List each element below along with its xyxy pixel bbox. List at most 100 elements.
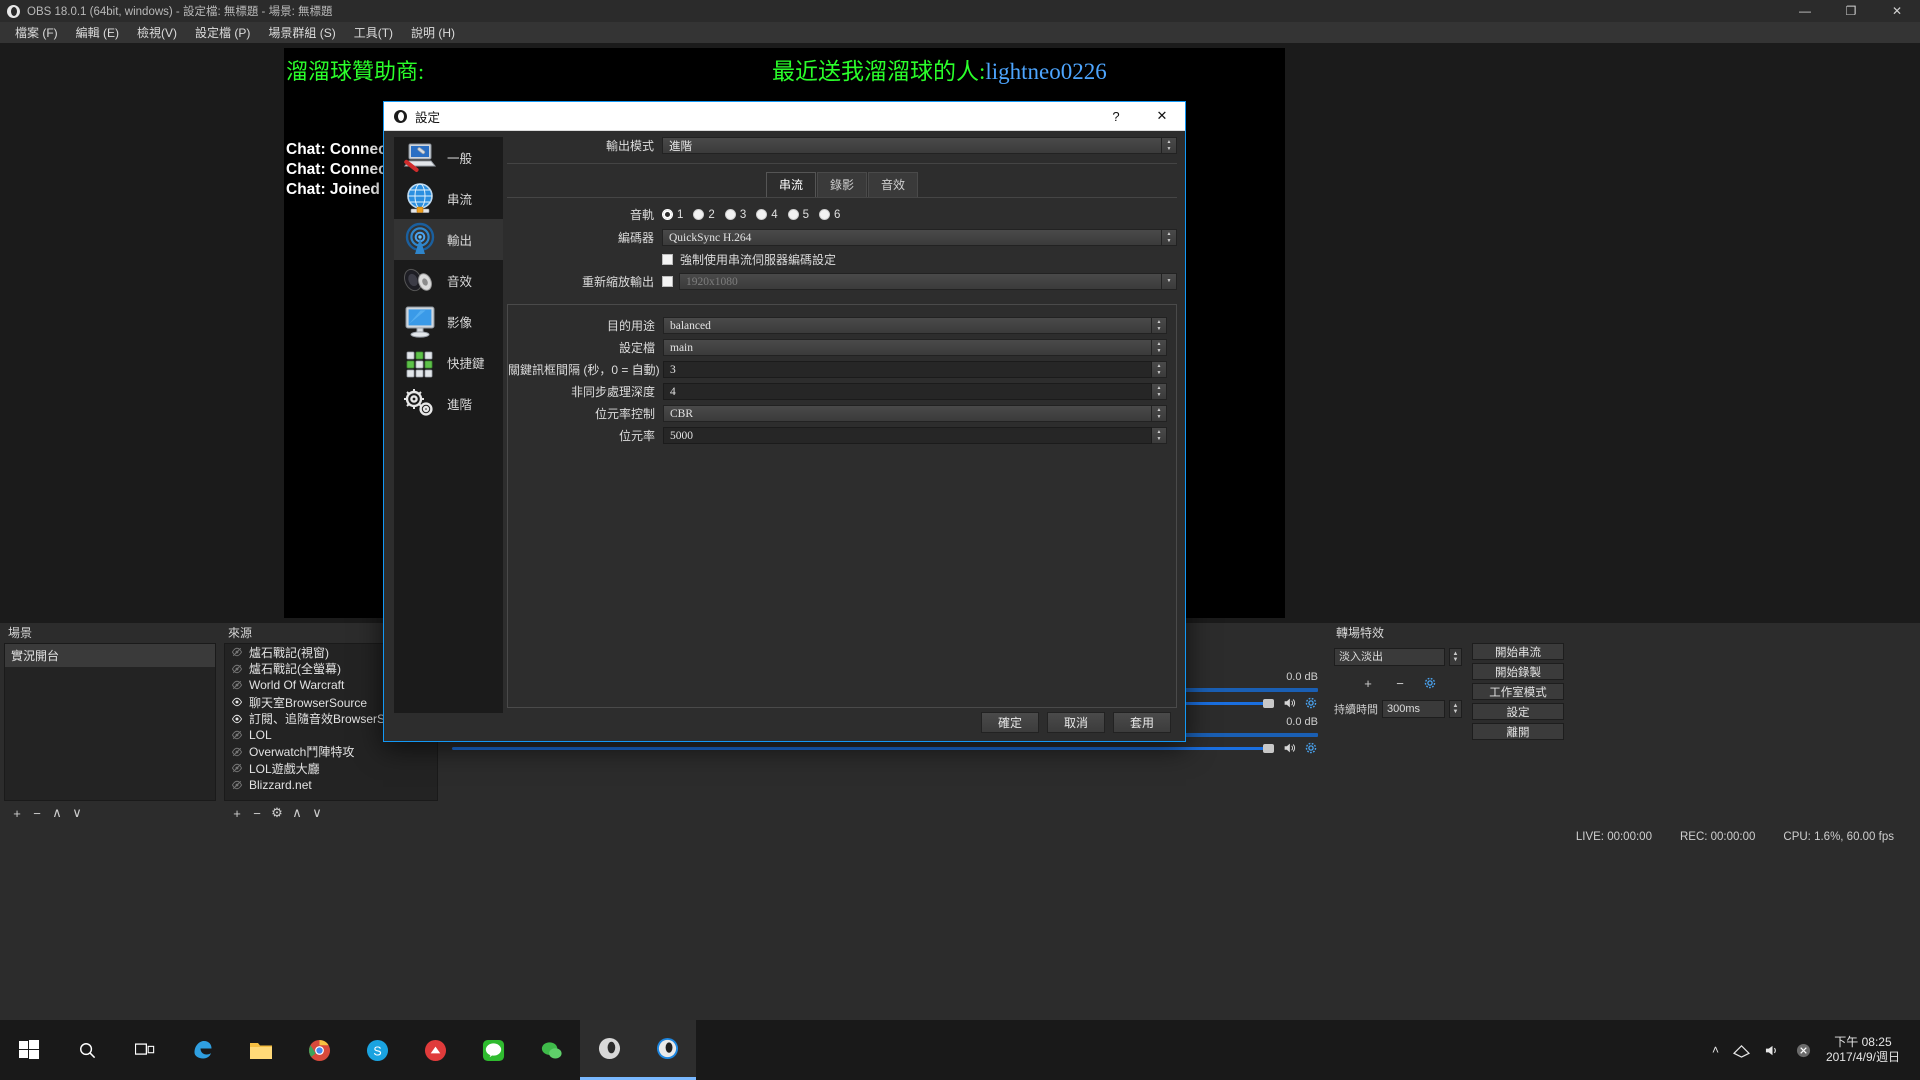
eye-icon[interactable] [231, 646, 243, 658]
speaker-icon[interactable] [1282, 741, 1296, 755]
network-icon[interactable] [1733, 1043, 1750, 1058]
eye-icon[interactable] [231, 729, 243, 741]
async-depth-spinner[interactable]: ▲▼ [1152, 383, 1167, 400]
eye-icon[interactable] [231, 679, 243, 691]
list-item[interactable]: LOL遊戲大廳 [225, 760, 437, 777]
line-icon[interactable] [464, 1020, 522, 1080]
transition-spinner[interactable]: ▲▼ [1449, 648, 1462, 666]
maximize-button[interactable]: ❐ [1828, 0, 1874, 22]
obs-settings-icon[interactable] [638, 1020, 696, 1080]
taskbar-clock[interactable]: 下午 08:25 2017/4/9/週日 [1826, 1035, 1910, 1065]
list-item[interactable]: 實況開台 [5, 644, 215, 667]
chrome-icon[interactable] [290, 1020, 348, 1080]
cancel-button[interactable]: 取消 [1047, 712, 1105, 733]
move-scene-up-button[interactable]: ∧ [48, 804, 66, 822]
sidebar-item-video[interactable]: 影像 [394, 301, 503, 342]
apply-button[interactable]: 套用 [1113, 712, 1171, 733]
slider-handle[interactable] [1263, 744, 1274, 753]
sidebar-item-output[interactable]: 輸出 [394, 219, 503, 260]
help-button[interactable]: ? [1093, 102, 1139, 131]
list-item[interactable]: Blizzard.net [225, 777, 437, 794]
radio-track-4[interactable]: 4 [756, 209, 777, 221]
speaker-icon[interactable] [1282, 696, 1296, 710]
keyframe-interval-input[interactable]: 3 [663, 361, 1152, 378]
start-streaming-button[interactable]: 開始串流 [1472, 643, 1564, 660]
eye-icon[interactable] [231, 762, 243, 774]
target-usage-select[interactable]: balanced [663, 317, 1152, 334]
add-scene-button[interactable]: + [8, 804, 26, 822]
menu-tools[interactable]: 工具(T) [345, 22, 402, 43]
slider-handle[interactable] [1263, 699, 1274, 708]
radio-dot[interactable] [788, 209, 799, 220]
bitrate-input[interactable]: 5000 [663, 427, 1152, 444]
tab-stream[interactable]: 串流 [766, 172, 816, 197]
radio-dot[interactable] [662, 209, 673, 220]
eye-icon[interactable] [231, 713, 243, 725]
output-mode-spinner[interactable]: ▲▼ [1162, 137, 1177, 154]
volume-icon[interactable] [1764, 1043, 1781, 1058]
eye-icon[interactable] [231, 663, 243, 675]
tab-audio[interactable]: 音效 [868, 172, 918, 197]
menu-help[interactable]: 說明 (H) [402, 22, 464, 43]
ok-button[interactable]: 確定 [981, 712, 1039, 733]
output-mode-select[interactable]: 進階 [662, 137, 1162, 154]
menu-profile[interactable]: 設定檔 (P) [186, 22, 259, 43]
obs-icon[interactable] [580, 1020, 638, 1080]
menu-view[interactable]: 檢視(V) [128, 22, 186, 43]
close-dialog-button[interactable]: ✕ [1139, 102, 1185, 131]
radio-dot[interactable] [756, 209, 767, 220]
scenes-list[interactable]: 實況開台 [4, 643, 216, 801]
edge-icon[interactable] [174, 1020, 232, 1080]
chevron-up-icon[interactable]: ˄ [1712, 1043, 1719, 1057]
radio-track-1[interactable]: 1 [662, 209, 683, 221]
profile-select[interactable]: main [663, 339, 1152, 356]
menu-file[interactable]: 檔案 (F) [6, 22, 67, 43]
app-red-icon[interactable] [406, 1020, 464, 1080]
source-properties-button[interactable]: ⚙ [268, 804, 286, 822]
radio-track-3[interactable]: 3 [725, 209, 746, 221]
add-source-button[interactable]: + [228, 804, 246, 822]
add-transition-button[interactable]: + [1359, 674, 1377, 692]
remove-transition-button[interactable]: − [1391, 674, 1409, 692]
sidebar-item-stream[interactable]: 串流 [394, 178, 503, 219]
menu-scenecollection[interactable]: 場景群組 (S) [259, 22, 344, 43]
settings-button[interactable]: 設定 [1472, 703, 1564, 720]
mixer-volume-slider[interactable] [452, 747, 1274, 750]
eye-icon[interactable] [231, 779, 243, 791]
gear-icon[interactable] [1304, 696, 1318, 710]
move-source-down-button[interactable]: ∨ [308, 804, 326, 822]
async-depth-input[interactable]: 4 [663, 383, 1152, 400]
encoder-spinner[interactable]: ▲▼ [1162, 229, 1177, 246]
exit-button[interactable]: 離開 [1472, 723, 1564, 740]
gear-icon[interactable] [1304, 741, 1318, 755]
sidebar-item-advanced[interactable]: 進階 [394, 383, 503, 424]
force-stream-settings-checkbox[interactable] [662, 254, 673, 265]
bitrate-spinner[interactable]: ▲▼ [1152, 427, 1167, 444]
minimize-button[interactable]: — [1782, 0, 1828, 22]
encoder-select[interactable]: QuickSync H.264 [662, 229, 1162, 246]
start-recording-button[interactable]: 開始錄製 [1472, 663, 1564, 680]
radio-track-6[interactable]: 6 [819, 209, 840, 221]
transition-duration-input[interactable]: 300ms [1382, 700, 1445, 718]
move-scene-down-button[interactable]: ∨ [68, 804, 86, 822]
file-explorer-icon[interactable] [232, 1020, 290, 1080]
radio-track-5[interactable]: 5 [788, 209, 809, 221]
tab-recording[interactable]: 錄影 [817, 172, 867, 197]
menu-edit[interactable]: 編輯 (E) [67, 22, 128, 43]
skype-icon[interactable]: S [348, 1020, 406, 1080]
profile-spinner[interactable]: ▲▼ [1152, 339, 1167, 356]
eye-icon[interactable] [231, 746, 243, 758]
move-source-up-button[interactable]: ∧ [288, 804, 306, 822]
radio-dot[interactable] [693, 209, 704, 220]
radio-dot[interactable] [725, 209, 736, 220]
duration-spinner[interactable]: ▲▼ [1449, 700, 1462, 718]
rate-control-select[interactable]: CBR [663, 405, 1152, 422]
rescale-dropdown-arrow[interactable]: ▼ [1162, 273, 1177, 290]
radio-track-2[interactable]: 2 [693, 209, 714, 221]
gear-icon[interactable] [1423, 676, 1437, 690]
sidebar-item-general[interactable]: 一般 [394, 137, 503, 178]
rate-control-spinner[interactable]: ▲▼ [1152, 405, 1167, 422]
eye-icon[interactable] [231, 696, 243, 708]
radio-dot[interactable] [819, 209, 830, 220]
keyframe-interval-spinner[interactable]: ▲▼ [1152, 361, 1167, 378]
